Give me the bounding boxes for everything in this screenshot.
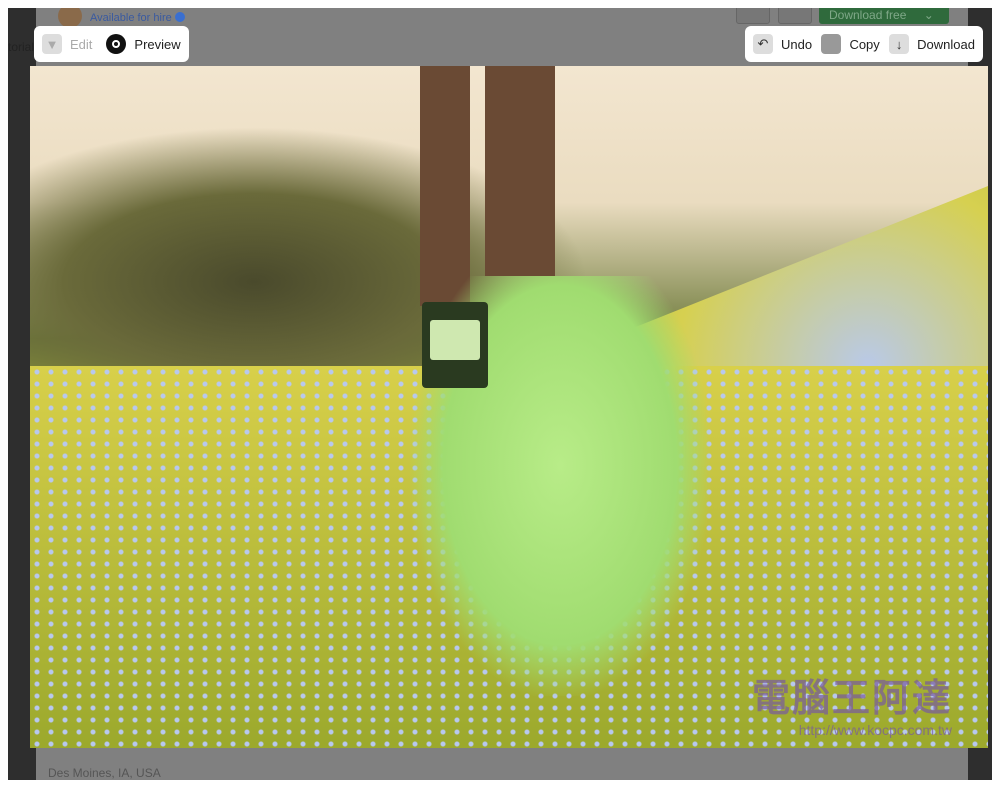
action-toolbar: ↶ Undo Copy ↓ Download <box>745 26 983 62</box>
copy-label: Copy <box>849 36 880 52</box>
watermark-text: 電腦王阿達 <box>751 678 952 720</box>
copy-button[interactable]: Copy <box>821 34 880 54</box>
photo-location: Des Moines, IA, USA <box>48 766 161 780</box>
nav-tab-partial[interactable]: torial <box>8 40 34 54</box>
preview-button[interactable]: Preview <box>106 34 181 54</box>
undo-button[interactable]: ↶ Undo <box>753 34 812 54</box>
preview-label: Preview <box>134 36 181 52</box>
availability-status[interactable]: Available for hire <box>90 12 185 24</box>
tree-trunk <box>420 66 470 306</box>
chevron-down-icon[interactable]: ⌄ <box>924 8 934 22</box>
app-window: Available for hire torial Download free … <box>8 8 992 780</box>
watermark-url: http://www.kocpc.com.tw <box>798 722 952 738</box>
edit-button[interactable]: ▼ Edit <box>42 34 92 54</box>
download-label: Download <box>917 36 975 52</box>
verified-icon <box>174 12 185 22</box>
edited-photo-preview: 電腦王阿達 http://www.kocpc.com.tw <box>30 66 988 748</box>
edit-preview-toolbar: ▼ Edit Preview <box>34 26 189 62</box>
add-to-collection-button[interactable] <box>778 8 812 24</box>
undo-icon: ↶ <box>753 34 773 54</box>
download-button[interactable]: ↓ Download <box>889 34 975 54</box>
tree-trunk <box>485 66 555 276</box>
watermark: 電腦王阿達 http://www.kocpc.com.tw <box>752 667 952 738</box>
polaroid-camera <box>422 302 488 388</box>
download-icon: ↓ <box>889 34 910 54</box>
copy-icon <box>821 34 842 54</box>
download-free-button[interactable]: Download free ⌄ <box>819 8 949 24</box>
undo-label: Undo <box>781 36 813 52</box>
edit-label: Edit <box>70 36 93 52</box>
like-button[interactable] <box>736 8 770 24</box>
filter-icon: ▼ <box>42 34 62 54</box>
avatar <box>58 8 82 28</box>
availability-label: Available for hire <box>90 12 172 24</box>
eye-icon <box>106 34 127 54</box>
download-free-label: Download free <box>829 8 907 22</box>
